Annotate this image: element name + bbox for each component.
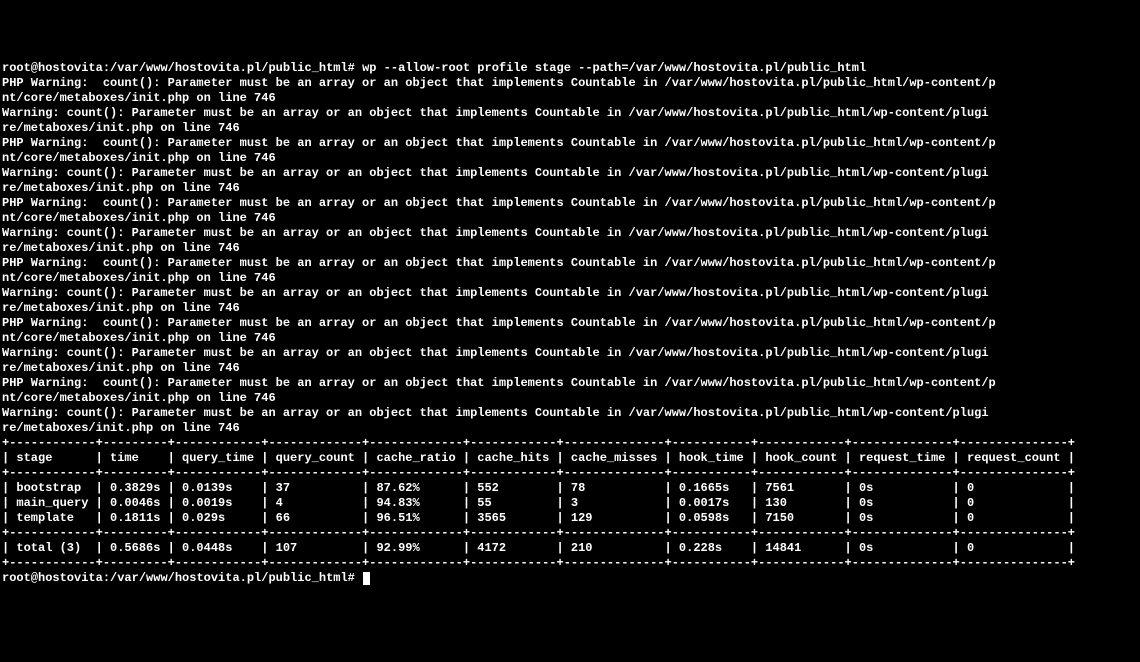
php-warning-line: PHP Warning: count(): Parameter must be … bbox=[2, 76, 1138, 91]
php-warning-line: PHP Warning: count(): Parameter must be … bbox=[2, 136, 1138, 151]
php-warning-line: nt/core/metaboxes/init.php on line 746 bbox=[2, 211, 1138, 226]
warning-line: Warning: count(): Parameter must be an a… bbox=[2, 106, 1138, 121]
php-warning-line: PHP Warning: count(): Parameter must be … bbox=[2, 376, 1138, 391]
php-warning-line: PHP Warning: count(): Parameter must be … bbox=[2, 316, 1138, 331]
php-warning-line: PHP Warning: count(): Parameter must be … bbox=[2, 256, 1138, 271]
shell-prompt[interactable]: root@hostovita:/var/www/hostovita.pl/pub… bbox=[2, 61, 1138, 76]
table-separator: +------------+---------+------------+---… bbox=[2, 436, 1138, 451]
table-header-row: | stage | time | query_time | query_coun… bbox=[2, 451, 1138, 466]
table-row: | template | 0.1811s | 0.029s | 66 | 96.… bbox=[2, 511, 1138, 526]
cursor-icon bbox=[363, 572, 370, 585]
table-total-row: | total (3) | 0.5686s | 0.0448s | 107 | … bbox=[2, 541, 1138, 556]
prompt-path: :/var/www/hostovita.pl/public_html# bbox=[103, 571, 355, 585]
table-separator: +------------+---------+------------+---… bbox=[2, 556, 1138, 571]
warning-line: re/metaboxes/init.php on line 746 bbox=[2, 361, 1138, 376]
command-input[interactable]: wp --allow-root profile stage --path=/va… bbox=[355, 61, 866, 75]
warning-line: Warning: count(): Parameter must be an a… bbox=[2, 226, 1138, 241]
terminal-output: root@hostovita:/var/www/hostovita.pl/pub… bbox=[2, 61, 1138, 586]
php-warning-line: nt/core/metaboxes/init.php on line 746 bbox=[2, 151, 1138, 166]
prompt-user-host: root@hostovita bbox=[2, 571, 103, 585]
php-warning-line: nt/core/metaboxes/init.php on line 746 bbox=[2, 91, 1138, 106]
warning-line: re/metaboxes/init.php on line 746 bbox=[2, 121, 1138, 136]
shell-prompt[interactable]: root@hostovita:/var/www/hostovita.pl/pub… bbox=[2, 571, 1138, 586]
php-warning-line: nt/core/metaboxes/init.php on line 746 bbox=[2, 391, 1138, 406]
warning-line: Warning: count(): Parameter must be an a… bbox=[2, 406, 1138, 421]
table-row: | bootstrap | 0.3829s | 0.0139s | 37 | 8… bbox=[2, 481, 1138, 496]
warning-line: re/metaboxes/init.php on line 746 bbox=[2, 181, 1138, 196]
php-warning-line: nt/core/metaboxes/init.php on line 746 bbox=[2, 331, 1138, 346]
warning-line: re/metaboxes/init.php on line 746 bbox=[2, 241, 1138, 256]
prompt-path: :/var/www/hostovita.pl/public_html# bbox=[103, 61, 355, 75]
table-separator: +------------+---------+------------+---… bbox=[2, 466, 1138, 481]
table-row: | main_query | 0.0046s | 0.0019s | 4 | 9… bbox=[2, 496, 1138, 511]
prompt-user-host: root@hostovita bbox=[2, 61, 103, 75]
warning-line: Warning: count(): Parameter must be an a… bbox=[2, 286, 1138, 301]
php-warning-line: nt/core/metaboxes/init.php on line 746 bbox=[2, 271, 1138, 286]
warning-line: Warning: count(): Parameter must be an a… bbox=[2, 346, 1138, 361]
warning-line: re/metaboxes/init.php on line 746 bbox=[2, 301, 1138, 316]
table-separator: +------------+---------+------------+---… bbox=[2, 526, 1138, 541]
php-warning-line: PHP Warning: count(): Parameter must be … bbox=[2, 196, 1138, 211]
warning-line: Warning: count(): Parameter must be an a… bbox=[2, 166, 1138, 181]
warning-line: re/metaboxes/init.php on line 746 bbox=[2, 421, 1138, 436]
